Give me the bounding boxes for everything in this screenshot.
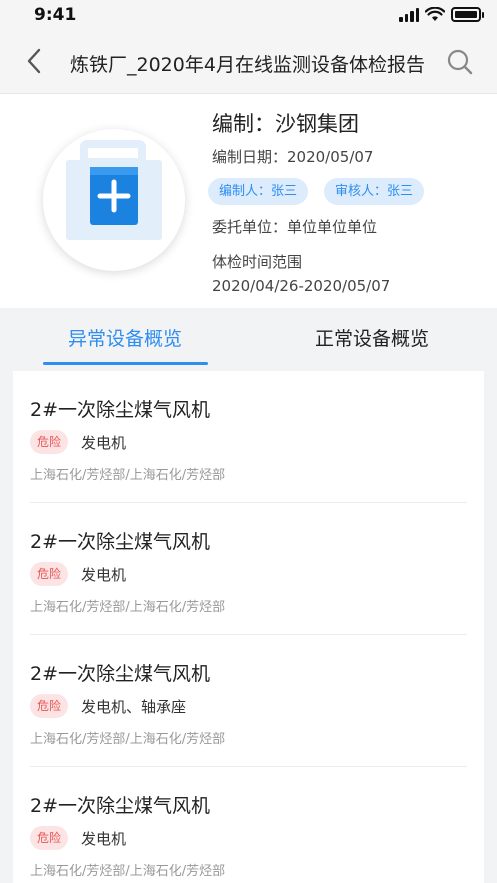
medical-kit-icon xyxy=(66,140,162,240)
org-name: 编制：沙钢集团 xyxy=(212,112,359,136)
equipment-name: 2#一次除尘煤气风机 xyxy=(30,531,211,553)
report-header: 编制：沙钢集团 编制日期：2020/05/07 编制人：张三 审核人：张三 委托… xyxy=(0,94,497,308)
inspection-range-label: 体检时间范围 xyxy=(212,253,303,271)
equipment-path: 上海石化/芳烃部/上海石化/芳烃部 xyxy=(30,468,226,483)
list-item[interactable]: 2#一次除尘煤气风机 危险 发电机 上海石化/芳烃部/上海石化/芳烃部 xyxy=(30,371,467,503)
tab-normal-equipment[interactable]: 正常设备概览 xyxy=(315,324,429,351)
equipment-list: 2#一次除尘煤气风机 危险 发电机 上海石化/芳烃部/上海石化/芳烃部 2#一次… xyxy=(13,371,484,883)
report-logo xyxy=(43,129,185,271)
back-arrow-icon[interactable] xyxy=(20,46,50,76)
active-tab-indicator xyxy=(43,362,208,365)
page-title: 炼铁厂_2020年4月在线监测设备体检报告 xyxy=(70,54,425,76)
inspection-range-value: 2020/04/26-2020/05/07 xyxy=(212,277,391,295)
equipment-name: 2#一次除尘煤气风机 xyxy=(30,399,211,421)
status-bar: 9:41 xyxy=(0,0,497,30)
status-badge: 危险 xyxy=(30,826,69,850)
signal-icon xyxy=(399,7,419,22)
status-badge: 危险 xyxy=(30,562,69,586)
equipment-path: 上海石化/芳烃部/上海石化/芳烃部 xyxy=(30,600,226,615)
list-item[interactable]: 2#一次除尘煤气风机 危险 发电机 上海石化/芳烃部/上海石化/芳烃部 xyxy=(30,767,467,883)
equipment-parts: 发电机 xyxy=(81,566,127,584)
equipment-parts: 发电机 xyxy=(81,830,127,848)
equipment-path: 上海石化/芳烃部/上海石化/芳烃部 xyxy=(30,864,226,879)
status-icons xyxy=(399,7,484,22)
equipment-parts: 发电机、轴承座 xyxy=(81,698,187,716)
equipment-parts: 发电机 xyxy=(81,434,127,452)
list-item[interactable]: 2#一次除尘煤气风机 危险 发电机、轴承座 上海石化/芳烃部/上海石化/芳烃部 xyxy=(30,635,467,767)
list-item[interactable]: 2#一次除尘煤气风机 危险 发电机 上海石化/芳烃部/上海石化/芳烃部 xyxy=(30,503,467,635)
tab-bar: 异常设备概览 正常设备概览 xyxy=(0,308,497,370)
equipment-name: 2#一次除尘煤气风机 xyxy=(30,795,211,817)
editor-tag: 编制人：张三 xyxy=(208,178,309,205)
report-date: 编制日期：2020/05/07 xyxy=(212,148,374,166)
search-icon[interactable] xyxy=(445,47,475,77)
equipment-name: 2#一次除尘煤气风机 xyxy=(30,663,211,685)
status-badge: 危险 xyxy=(30,694,69,718)
equipment-path: 上海石化/芳烃部/上海石化/芳烃部 xyxy=(30,732,226,747)
tab-abnormal-equipment[interactable]: 异常设备概览 xyxy=(68,324,182,351)
status-badge: 危险 xyxy=(30,430,69,454)
wifi-icon xyxy=(425,7,445,21)
battery-icon xyxy=(451,7,484,22)
entrust-unit: 委托单位：单位单位单位 xyxy=(212,218,378,236)
reviewer-tag: 审核人：张三 xyxy=(324,178,425,205)
nav-bar: 炼铁厂_2020年4月在线监测设备体检报告 xyxy=(0,30,497,94)
status-time: 9:41 xyxy=(34,5,77,25)
